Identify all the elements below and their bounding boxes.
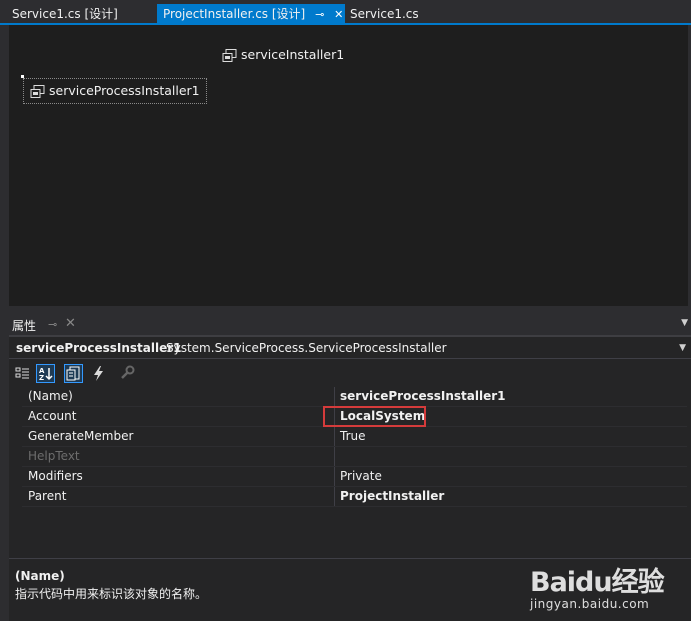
property-row-generatemember[interactable]: GenerateMember True	[22, 427, 687, 447]
component-icon	[222, 48, 237, 62]
component-service-process-installer[interactable]: serviceProcessInstaller1	[23, 78, 207, 104]
tab-label: Service1.cs	[350, 7, 419, 21]
property-name: Parent	[28, 489, 67, 503]
column-divider[interactable]	[334, 467, 335, 486]
component-label: serviceInstaller1	[241, 47, 345, 62]
events-button[interactable]	[89, 364, 108, 383]
chevron-down-icon[interactable]: ▼	[679, 338, 686, 358]
title-divider	[9, 335, 691, 337]
document-tab-bar: Service1.cs [设计] ProjectInstaller.cs [设计…	[0, 0, 691, 24]
property-pages-button[interactable]	[118, 364, 137, 383]
svg-text:Z: Z	[39, 374, 44, 382]
property-row-name[interactable]: (Name) serviceProcessInstaller1	[22, 387, 687, 407]
sort-alphabetical-icon: A Z	[39, 367, 53, 382]
column-divider[interactable]	[334, 487, 335, 506]
properties-title-bar: 属性 ⊸ ✕ ▼	[9, 314, 691, 335]
description-splitter[interactable]	[9, 558, 691, 559]
properties-title: 属性	[12, 319, 37, 333]
property-row-parent[interactable]: Parent ProjectInstaller	[22, 487, 687, 507]
property-row-modifiers[interactable]: Modifiers Private	[22, 467, 687, 487]
tab-service1-code[interactable]: Service1.cs	[344, 4, 425, 24]
description-text: 指示代码中用来标识该对象的名称。	[15, 587, 208, 601]
component-service-installer[interactable]: serviceInstaller1	[222, 45, 344, 65]
property-name: Account	[28, 409, 77, 423]
categorized-button[interactable]	[13, 364, 32, 383]
property-name: GenerateMember	[28, 429, 134, 443]
tab-label: ProjectInstaller.cs [设计]	[163, 7, 306, 21]
designer-surface[interactable]: serviceInstaller1 serviceProcessInstalle…	[9, 25, 688, 306]
wrench-icon	[121, 365, 135, 379]
tab-label: Service1.cs [设计]	[12, 7, 118, 21]
close-icon[interactable]: ✕	[334, 5, 343, 25]
property-value[interactable]: Private	[340, 467, 382, 486]
property-name: (Name)	[28, 389, 73, 403]
component-icon	[30, 84, 45, 98]
column-divider[interactable]	[334, 427, 335, 446]
alphabetical-button[interactable]: A Z	[36, 364, 55, 383]
properties-view-button[interactable]	[64, 364, 83, 383]
window-position-dropdown-icon[interactable]: ▼	[681, 318, 688, 328]
column-divider[interactable]	[334, 447, 335, 466]
grid-gutter	[9, 387, 22, 502]
description-title: (Name)	[15, 569, 65, 583]
pin-icon[interactable]: ⊸	[48, 318, 57, 331]
categorized-icon	[15, 367, 29, 379]
object-name: serviceProcessInstaller1	[16, 341, 182, 355]
baidu-watermark: Baidu经验 jingyan.baidu.com	[530, 560, 665, 611]
object-selector-dropdown[interactable]: serviceProcessInstaller1 System.ServiceP…	[9, 338, 691, 359]
column-divider[interactable]	[334, 387, 335, 406]
property-value[interactable]: ProjectInstaller	[340, 487, 444, 506]
property-row-helptext[interactable]: HelpText	[22, 447, 687, 467]
tab-projectinstaller-design[interactable]: ProjectInstaller.cs [设计] ⊸ ✕	[157, 4, 345, 24]
lightning-icon	[94, 366, 103, 381]
component-label: serviceProcessInstaller1	[49, 83, 200, 98]
object-type: System.ServiceProcess.ServiceProcessInst…	[166, 341, 447, 355]
property-name: Modifiers	[28, 469, 83, 483]
property-grid: (Name) serviceProcessInstaller1 Account …	[22, 387, 687, 507]
properties-page-icon	[66, 366, 80, 381]
watermark-brand: Baidu经验	[530, 567, 665, 598]
tab-service1-design[interactable]: Service1.cs [设计]	[6, 4, 124, 24]
properties-toolbar: A Z	[9, 362, 691, 384]
property-value[interactable]: True	[340, 427, 366, 446]
watermark-url: jingyan.baidu.com	[530, 597, 650, 611]
close-icon[interactable]: ✕	[65, 316, 76, 331]
property-value[interactable]: serviceProcessInstaller1	[340, 387, 506, 406]
annotation-highlight-box	[323, 406, 426, 427]
property-name: HelpText	[28, 449, 80, 463]
pin-icon[interactable]: ⊸	[315, 5, 324, 25]
